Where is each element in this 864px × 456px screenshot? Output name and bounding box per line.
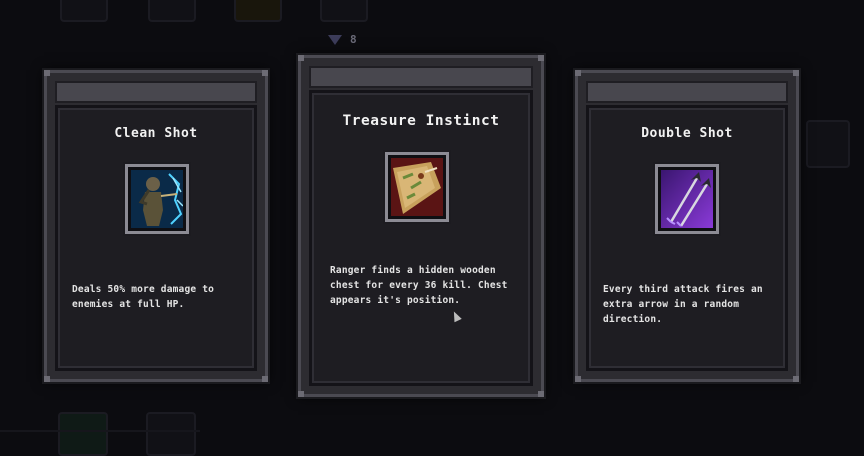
upgrade-card-treasure-instinct[interactable]: Treasure Instinct Ranger finds a hidden … bbox=[298, 55, 544, 397]
card-panel: Treasure Instinct Ranger finds a hidden … bbox=[309, 90, 533, 386]
archer-icon bbox=[125, 164, 189, 234]
treasure-map-icon bbox=[385, 152, 449, 222]
gem-counter: 8 bbox=[328, 33, 357, 46]
card-description: Ranger finds a hidden wooden chest for e… bbox=[330, 265, 508, 306]
card-description: Deals 50% more damage to enemies at full… bbox=[72, 284, 215, 310]
card-title: Clean Shot bbox=[114, 126, 198, 141]
card-description: Every third attack fires an extra arrow … bbox=[603, 284, 763, 325]
card-top-bar bbox=[309, 66, 533, 88]
background-tile bbox=[148, 0, 196, 22]
background-tile bbox=[806, 120, 850, 168]
upgrade-card-double-shot[interactable]: Double Shot Every third attack fires an … bbox=[575, 70, 799, 382]
card-panel: Double Shot Every third attack fires an … bbox=[586, 105, 788, 371]
card-top-bar bbox=[586, 81, 788, 103]
background-tile bbox=[234, 0, 282, 22]
card-title: Double Shot bbox=[641, 126, 733, 141]
card-panel: Clean Shot Deals 50% more damage to enem… bbox=[55, 105, 257, 371]
upgrade-card-clean-shot[interactable]: Clean Shot Deals 50% more damage to enem… bbox=[44, 70, 268, 382]
background-tile bbox=[146, 412, 196, 456]
background-tile bbox=[320, 0, 368, 22]
background-tile bbox=[60, 0, 108, 22]
gem-icon bbox=[328, 34, 342, 45]
gem-count: 8 bbox=[350, 33, 357, 46]
card-top-bar bbox=[55, 81, 257, 103]
double-arrow-icon bbox=[655, 164, 719, 234]
card-title: Treasure Instinct bbox=[342, 113, 500, 129]
background-tile bbox=[58, 412, 108, 456]
background-line bbox=[0, 430, 200, 432]
